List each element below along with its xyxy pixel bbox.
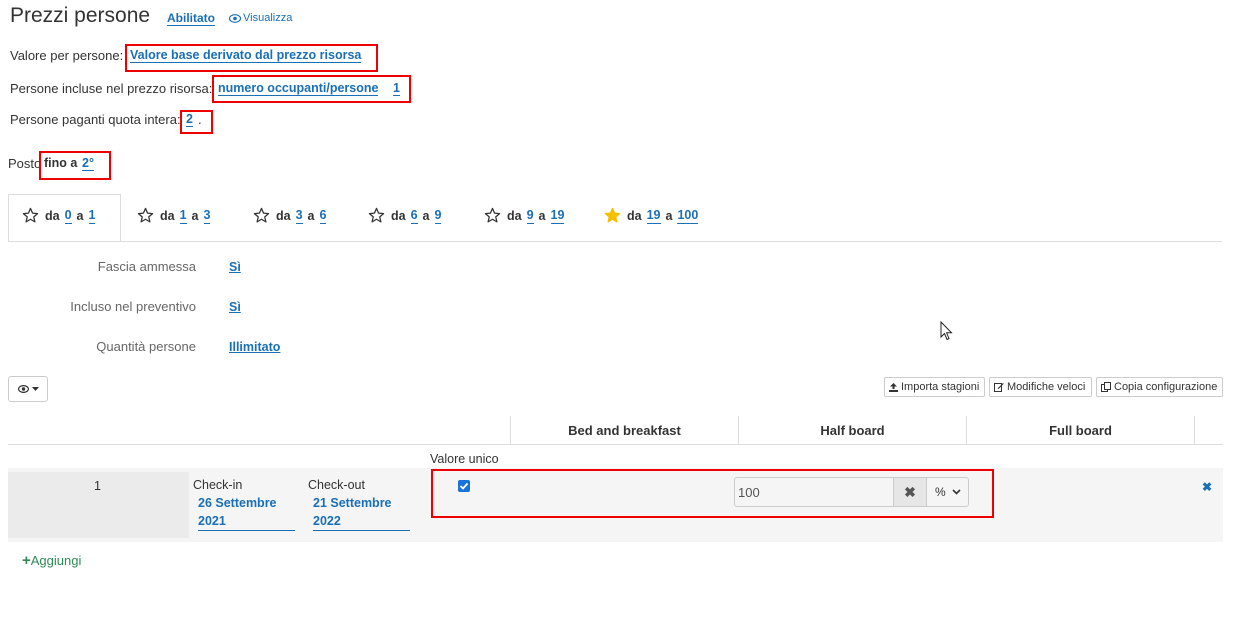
valore-label: Valore per persone:: [10, 48, 124, 63]
edit-icon: [994, 383, 1004, 392]
star-icon: [368, 207, 385, 223]
tab-to: 6: [319, 207, 327, 224]
tab-a: a: [665, 208, 673, 223]
checkin-date-line1[interactable]: 26 Settembre: [198, 494, 277, 512]
col-half-board: Half board: [738, 416, 966, 444]
eye-icon: [17, 385, 29, 393]
tabs-divider: [8, 241, 1222, 242]
row-index: 1: [94, 479, 101, 493]
table-header-divider: [8, 444, 1223, 445]
checkout-label: Check-out: [308, 478, 365, 492]
tab-range[interactable]: da 3 a 6: [253, 207, 331, 224]
upload-icon: [889, 382, 898, 392]
tab-range[interactable]: da 19 a 100: [604, 207, 703, 224]
tab-da: da: [45, 208, 60, 223]
importa-label: Importa stagioni: [901, 381, 980, 393]
tab-range[interactable]: da 9 a 19: [484, 207, 569, 224]
star-icon: [137, 207, 154, 223]
tab-a: a: [538, 208, 546, 223]
fascia-label: Fascia ammessa: [97, 259, 196, 274]
posto-label: Posto: [8, 156, 42, 171]
tab-from: 0: [64, 207, 72, 224]
incluso-label: Incluso nel preventivo: [70, 299, 196, 314]
highlight-box: [125, 44, 378, 72]
plus-icon: +: [22, 552, 31, 569]
col-divider: [1194, 416, 1195, 444]
tab-from: 1: [179, 207, 187, 224]
highlight-box: [431, 469, 994, 518]
copia-label: Copia configurazione: [1114, 381, 1218, 393]
star-icon: [22, 207, 39, 223]
tab-to: 3: [203, 207, 211, 224]
star-icon: [604, 207, 621, 223]
tab-to: 9: [434, 207, 442, 224]
checkout-underline: [313, 530, 410, 531]
tab-da: da: [507, 208, 522, 223]
incluso-value-link[interactable]: Sì: [229, 300, 241, 314]
quantita-value-link[interactable]: Illimitato: [229, 340, 280, 354]
col-bed-breakfast: Bed and breakfast: [510, 416, 738, 444]
tab-to: 1: [88, 207, 96, 224]
tab-from: 9: [526, 207, 534, 224]
col-full-board: Full board: [966, 416, 1194, 444]
checkout-date-line1[interactable]: 21 Settembre: [313, 494, 392, 512]
tab-from: 3: [295, 207, 303, 224]
quantita-label: Quantità persone: [96, 339, 196, 354]
view-link[interactable]: Visualizza: [229, 12, 292, 24]
highlight-box: [180, 110, 213, 134]
star-icon: [253, 207, 270, 223]
tab-range[interactable]: da 6 a 9: [368, 207, 446, 224]
star-icon: [484, 207, 501, 223]
importa-stagioni-button[interactable]: Importa stagioni: [884, 377, 985, 397]
tab-a: a: [191, 208, 199, 223]
checkin-underline: [198, 530, 295, 531]
incluse-label: Persone incluse nel prezzo risorsa:: [10, 81, 213, 96]
highlight-box: [212, 75, 411, 103]
fascia-value-link[interactable]: Sì: [229, 260, 241, 274]
tab-from: 6: [410, 207, 418, 224]
checkin-date-line2[interactable]: 2021: [198, 512, 226, 530]
tab-da: da: [160, 208, 175, 223]
highlight-box: [39, 151, 111, 180]
page-title: Prezzi persone: [10, 4, 151, 27]
checkout-date-line2[interactable]: 2022: [313, 512, 341, 530]
modifiche-label: Modifiche veloci: [1007, 381, 1086, 393]
status-enabled-link[interactable]: Abilitato: [167, 11, 215, 26]
tab-a: a: [422, 208, 430, 223]
tab-da: da: [391, 208, 406, 223]
eye-icon: [229, 13, 241, 23]
tab-da: da: [627, 208, 642, 223]
view-toggle-button[interactable]: [8, 376, 48, 402]
tab-to: 100: [677, 207, 699, 224]
tab-from: 19: [646, 207, 661, 224]
mouse-cursor-icon: [940, 321, 953, 341]
caret-down-icon: [31, 387, 39, 391]
delete-row-icon[interactable]: ✖: [1202, 480, 1212, 494]
checkin-label: Check-in: [193, 478, 243, 492]
valore-unico-label: Valore unico: [430, 452, 499, 466]
tab-a: a: [76, 208, 84, 223]
view-label: Visualizza: [243, 12, 293, 24]
paganti-label: Persone paganti quota intera:: [10, 112, 181, 127]
tab-range[interactable]: da 0 a 1: [22, 207, 100, 224]
tab-range[interactable]: da 1 a 3: [137, 207, 215, 224]
tab-a: a: [307, 208, 315, 223]
add-row-button[interactable]: +Aggiungi: [22, 552, 81, 569]
tab-da: da: [276, 208, 291, 223]
tab-to: 19: [550, 207, 565, 224]
modifiche-veloci-button[interactable]: Modifiche veloci: [989, 377, 1092, 397]
copia-configurazione-button[interactable]: Copia configurazione: [1096, 377, 1223, 397]
add-label: Aggiungi: [30, 553, 82, 568]
copy-icon: [1101, 382, 1111, 392]
